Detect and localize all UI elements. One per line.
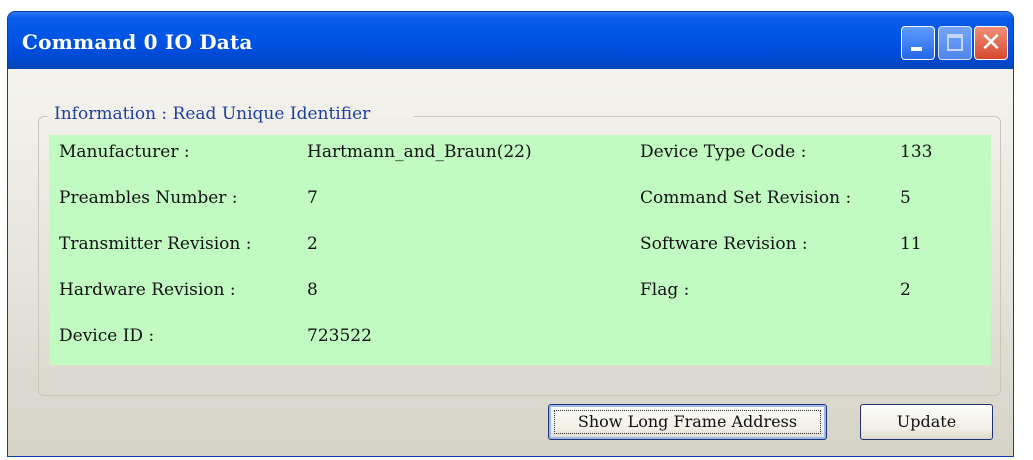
command-set-revision-value: 5 — [900, 188, 911, 208]
transmitter-revision-label: Transmitter Revision : — [59, 234, 252, 254]
preambles-number-value: 7 — [307, 188, 318, 208]
dialog-window: Command 0 IO Data ✕ Information : Read U… — [7, 11, 1014, 457]
device-type-code-label: Device Type Code : — [640, 142, 807, 162]
device-type-code-value: 133 — [900, 142, 933, 162]
hardware-revision-value: 8 — [307, 280, 318, 300]
manufacturer-value: Hartmann_and_Braun(22) — [307, 142, 532, 162]
minimize-button[interactable] — [901, 26, 935, 60]
show-long-frame-address-label: Show Long Frame Address — [577, 412, 798, 431]
manufacturer-label: Manufacturer : — [59, 142, 190, 162]
info-panel: Manufacturer : Hartmann_and_Braun(22) De… — [49, 135, 991, 365]
client-area: Information : Read Unique Identifier Man… — [8, 69, 1013, 456]
window-title: Command 0 IO Data — [22, 30, 253, 54]
device-id-value: 723522 — [307, 326, 372, 346]
show-long-frame-address-button[interactable]: Show Long Frame Address — [548, 404, 827, 440]
software-revision-value: 11 — [900, 234, 922, 254]
device-id-label: Device ID : — [59, 326, 155, 346]
close-button[interactable]: ✕ — [974, 26, 1008, 60]
maximize-icon — [947, 34, 963, 51]
update-label: Update — [896, 412, 957, 431]
title-bar[interactable]: Command 0 IO Data ✕ — [8, 12, 1013, 69]
minimize-icon — [911, 47, 922, 51]
update-button[interactable]: Update — [860, 404, 993, 440]
close-icon: ✕ — [980, 28, 1002, 58]
software-revision-label: Software Revision : — [640, 234, 808, 254]
flag-label: Flag : — [640, 280, 690, 300]
preambles-number-label: Preambles Number : — [59, 188, 238, 208]
transmitter-revision-value: 2 — [307, 234, 318, 254]
hardware-revision-label: Hardware Revision : — [59, 280, 236, 300]
flag-value: 2 — [900, 280, 911, 300]
groupbox-legend: Information : Read Unique Identifier — [54, 104, 371, 124]
maximize-button[interactable] — [938, 26, 972, 60]
command-set-revision-label: Command Set Revision : — [640, 188, 852, 208]
